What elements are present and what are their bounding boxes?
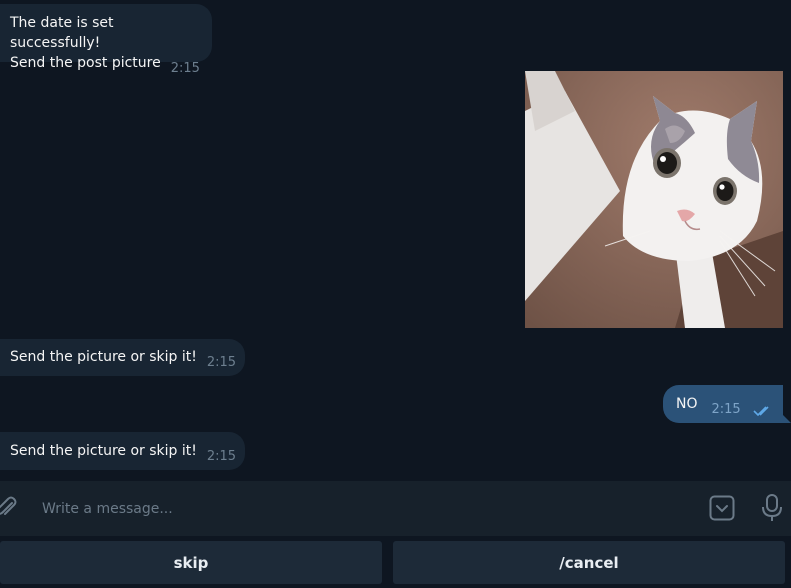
message-text-line-2: Send the post picture bbox=[10, 55, 161, 71]
mic-icon[interactable] bbox=[761, 494, 783, 526]
message-composer bbox=[0, 481, 791, 536]
message-list[interactable]: The date is set successfully! Send the p… bbox=[0, 0, 791, 481]
cancel-button[interactable]: /cancel bbox=[393, 541, 785, 584]
telegram-chat-window: The date is set successfully! Send the p… bbox=[0, 0, 791, 588]
bot-reply-keyboard: skip /cancel bbox=[0, 536, 791, 588]
message-time: 2:15 bbox=[711, 402, 741, 417]
message-text: Send the picture or skip it! bbox=[10, 443, 197, 459]
message-time: 2:15 bbox=[206, 449, 237, 464]
message-time: 2:15 bbox=[206, 355, 237, 370]
outgoing-message: NO 2:15 bbox=[663, 385, 791, 423]
incoming-message: Send the picture or skip it! 2:15 bbox=[0, 432, 245, 470]
attach-icon[interactable] bbox=[0, 495, 20, 525]
message-time: 2:15 bbox=[170, 61, 200, 76]
incoming-message: Send the picture or skip it! 2:15 bbox=[0, 339, 245, 376]
skip-button[interactable]: skip bbox=[0, 541, 382, 584]
post-picture-cat[interactable] bbox=[525, 71, 783, 328]
keyboard-icon[interactable] bbox=[709, 495, 735, 525]
cat-photo-image bbox=[525, 71, 783, 328]
double-check-icon bbox=[753, 403, 773, 423]
message-text: NO bbox=[676, 396, 698, 412]
message-input[interactable] bbox=[40, 497, 644, 521]
incoming-message: The date is set successfully! Send the p… bbox=[0, 4, 212, 76]
message-text: Send the picture or skip it! bbox=[10, 349, 197, 365]
message-text-line-1: The date is set successfully! bbox=[10, 15, 114, 51]
